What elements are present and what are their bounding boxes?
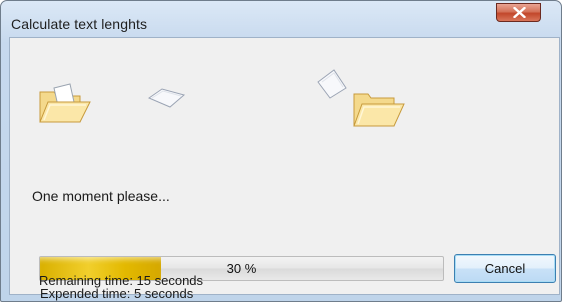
destination-folder-icon bbox=[317, 69, 405, 127]
paper-sheet-icon bbox=[147, 88, 186, 108]
source-folder-icon bbox=[39, 83, 91, 123]
status-message: One moment please... bbox=[32, 188, 170, 204]
remaining-time: Remaining time: 15 seconds bbox=[39, 273, 204, 288]
dialog-body: One moment please... 30 % Cancel Expende… bbox=[9, 37, 560, 301]
dialog-window: Calculate text lenghts One moment please… bbox=[0, 0, 562, 302]
expended-time: Expended time: 5 seconds bbox=[40, 286, 194, 301]
title-bar[interactable]: Calculate text lenghts bbox=[1, 1, 561, 32]
close-icon bbox=[513, 7, 526, 18]
close-button[interactable] bbox=[496, 3, 541, 22]
window-title: Calculate text lenghts bbox=[11, 16, 148, 32]
cancel-button[interactable]: Cancel bbox=[454, 254, 556, 283]
